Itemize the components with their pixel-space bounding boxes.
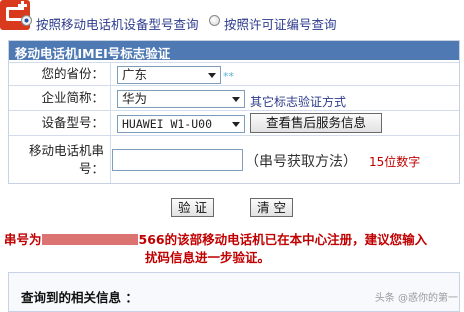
result-message-tail: 566的该部移动电话机已在本中心注册，建议您输入 [138,232,428,247]
after-sales-info-button[interactable]: 查看售后服务信息 [250,113,382,133]
province-select[interactable]: 广东 [117,66,221,84]
serial-label-line2: 号： [78,161,104,176]
result-message-line2: 扰码信息进一步验证。 [145,250,271,265]
imei-verification-form: 移动电话机IMEI号标志验证 您的省份： 广东 ** 企业简称： 华为 其它标志… [8,40,460,184]
company-select[interactable]: 华为 [117,90,245,108]
watermark: 头条 @惑你的第一 [374,293,458,304]
clear-button[interactable]: 清 空 [250,198,293,217]
redacted-serial [41,234,138,245]
company-row: 企业简称： 华为 其它标志验证方式 [9,85,459,110]
serial-input[interactable] [112,149,243,171]
result-section-title: 查询到的相关信息 ： [21,290,138,305]
radio-button-by-model[interactable] [21,15,32,26]
province-row: 您的省份： 广东 ** [9,62,459,85]
serial-digits-note: 15位数字 [369,155,421,169]
verify-button[interactable]: 验 证 [171,198,214,217]
model-label: 设备型号： [9,111,111,135]
province-label: 您的省份： [9,63,111,85]
chevron-down-icon [232,122,240,127]
chevron-down-icon [232,97,240,102]
model-select[interactable]: HUAWEI W1-U00 [117,115,245,133]
radio-label-by-license[interactable]: 按照许可证编号查询 [224,14,337,33]
radio-button-by-license[interactable] [209,15,220,26]
serial-row: 移动电话机串 号： （串号获取方法） 15位数字 [9,135,459,183]
serial-label-line1: 移动电话机串 [28,143,104,158]
model-select-value: HUAWEI W1-U00 [122,117,213,131]
result-message-line1: 串号为 566的该部移动电话机已在本中心注册，建议您输入 [4,229,427,248]
radio-label-by-model[interactable]: 按照移动电话机设备型号查询 [36,14,199,33]
serial-help-link[interactable]: （串号获取方法） [245,151,357,171]
serial-label: 移动电话机串 号： [9,136,111,183]
company-select-value: 华为 [122,91,148,106]
result-message-prefix: 串号为 [4,232,42,247]
form-title: 移动电话机IMEI号标志验证 [15,46,171,61]
required-mark: ** [223,70,234,83]
company-label: 企业简称： [9,86,111,110]
model-row: 设备型号： HUAWEI W1-U00 查看售后服务信息 [9,110,459,135]
chevron-down-icon [208,73,216,78]
other-verification-link[interactable]: 其它标志验证方式 [250,93,346,110]
form-title-bar: 移动电话机IMEI号标志验证 [9,41,459,61]
province-select-value: 广东 [122,67,148,82]
